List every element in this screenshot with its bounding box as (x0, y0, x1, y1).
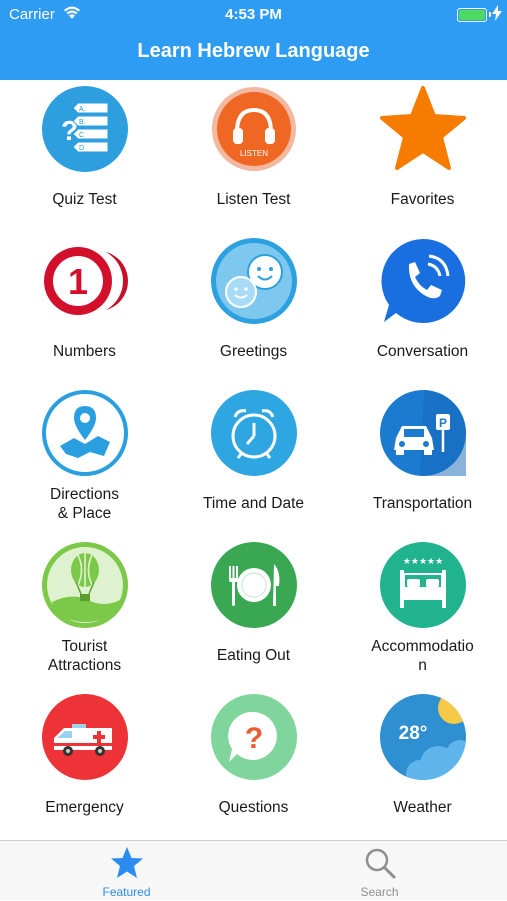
tile-directions-place[interactable]: Directions & Place (0, 384, 169, 536)
tile-emergency[interactable]: Emergency (0, 688, 169, 840)
tile-label: Eating Out (216, 647, 291, 664)
tile-label-multiline: Accommodatio n (338, 637, 507, 675)
ambulance-icon (42, 694, 128, 780)
alarm-clock-icon (211, 390, 297, 476)
tile-transportation[interactable]: P Transportation (338, 384, 507, 536)
tile-tourist-attractions[interactable]: Tourist Attractions (0, 536, 169, 688)
tile-label-line2: Attractions (47, 657, 122, 674)
star-icon (380, 86, 466, 172)
tile-label: Favorites (390, 191, 455, 208)
tile-label-line1: Directions (50, 486, 119, 503)
clock: 4:53 PM (225, 6, 282, 23)
listen-badge: LISTEN (240, 149, 268, 158)
tile-label: Listen Test (216, 191, 291, 208)
category-grid: ? A. B. C D Quiz Test LISTEN Listen Test… (0, 80, 507, 840)
svg-text:P: P (439, 416, 447, 430)
tile-label-line2: & Place (57, 505, 112, 522)
tile-conversation[interactable]: Conversation (338, 232, 507, 384)
tile-label-line1: Accommodatio (371, 638, 474, 655)
tile-questions[interactable]: ? Questions (169, 688, 338, 840)
tile-numbers[interactable]: 1 Numbers (0, 232, 169, 384)
car-parking-icon: P (380, 390, 466, 476)
tile-label: Conversation (376, 343, 469, 360)
tab-featured[interactable]: Featured (0, 841, 253, 901)
tile-time-and-date[interactable]: Time and Date (169, 384, 338, 536)
tile-weather[interactable]: 28° Weather (338, 688, 507, 840)
tile-label-line2: n (418, 657, 427, 674)
svg-text:C: C (79, 132, 84, 139)
svg-text:28°: 28° (399, 723, 428, 744)
tile-label: Transportation (372, 495, 473, 512)
tile-label: Numbers (53, 343, 116, 360)
tile-favorites[interactable]: Favorites (338, 80, 507, 232)
tile-quiz-test[interactable]: ? A. B. C D Quiz Test (0, 80, 169, 232)
headphones-icon: LISTEN (211, 86, 297, 172)
tile-label: Quiz Test (52, 191, 117, 208)
tile-accommodation[interactable]: ★★★★★ Accommodatio n (338, 536, 507, 688)
hot-air-balloon-icon (42, 542, 128, 628)
svg-text:1: 1 (68, 261, 88, 302)
charging-icon (492, 5, 502, 21)
status-bar: Carrier 4:53 PM (0, 0, 507, 28)
tile-label: Greetings (219, 343, 288, 360)
tile-label: Questions (218, 799, 289, 816)
phone-bubble-icon (380, 238, 466, 324)
tab-search[interactable]: Search (253, 841, 506, 901)
question-bubble-icon: ? (211, 694, 297, 780)
svg-text:A.: A. (79, 106, 86, 113)
weather-icon: 28° (380, 694, 466, 780)
quiz-icon: ? A. B. C D (42, 86, 128, 172)
svg-text:?: ? (245, 722, 263, 755)
hotel-bed-icon: ★★★★★ (380, 542, 466, 628)
number-one-icon: 1 (42, 238, 128, 324)
battery-icon (457, 8, 487, 22)
tile-eating-out[interactable]: Eating Out (169, 536, 338, 688)
tile-label: Time and Date (202, 495, 305, 512)
tile-label-multiline: Directions & Place (0, 485, 169, 523)
svg-text:B.: B. (79, 119, 86, 126)
plate-cutlery-icon (211, 542, 297, 628)
svg-text:D: D (79, 145, 84, 152)
tile-label: Emergency (45, 799, 124, 816)
tile-label: Weather (393, 799, 452, 816)
map-pin-icon (42, 390, 128, 476)
tab-label: Search (360, 885, 399, 899)
tile-greetings[interactable]: Greetings (169, 232, 338, 384)
search-icon (365, 848, 396, 879)
star-icon (111, 847, 143, 878)
navigation-bar: Carrier 4:53 PM Learn Hebrew Language (0, 0, 507, 80)
tab-bar: Featured Search (0, 840, 507, 900)
svg-text:★★★★★: ★★★★★ (403, 557, 443, 567)
tile-label-multiline: Tourist Attractions (0, 637, 169, 675)
tab-label: Featured (102, 885, 151, 899)
page-title: Learn Hebrew Language (137, 40, 370, 62)
smiley-chat-icon (211, 238, 297, 324)
tile-label-line1: Tourist (61, 638, 108, 655)
tile-listen-test[interactable]: LISTEN Listen Test (169, 80, 338, 232)
